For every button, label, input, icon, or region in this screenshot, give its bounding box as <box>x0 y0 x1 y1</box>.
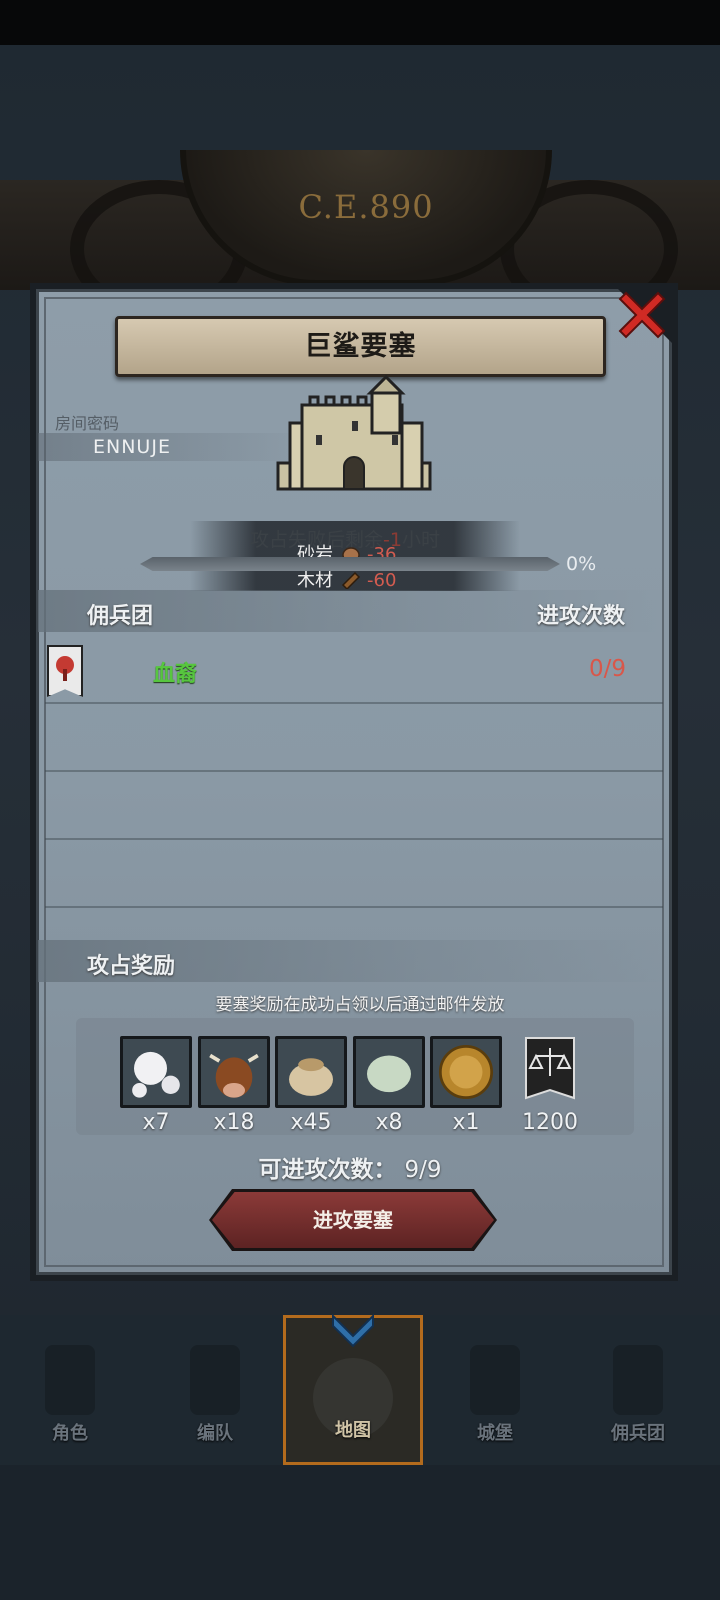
reward-qty: x45 <box>290 1110 332 1135</box>
protection-suffix: 小时 <box>401 529 440 551</box>
cow-icon <box>198 1036 270 1108</box>
cost-amount: -60 <box>367 570 397 591</box>
nav-label: 编队 <box>197 1423 233 1444</box>
list-item <box>45 838 663 908</box>
cost-label: 木材 <box>297 570 333 591</box>
list-item <box>45 770 663 840</box>
gold-helmet-coin-icon <box>430 1036 502 1108</box>
nav-item-character[interactable]: 角色 <box>0 1315 140 1465</box>
capture-progress-value: 0% <box>566 553 597 575</box>
capture-progress-bar <box>140 557 560 571</box>
nav-item-mercenary[interactable]: 佣兵团 <box>568 1315 708 1465</box>
reward-item[interactable] <box>430 1036 502 1108</box>
attempts-label: 可进攻次数： <box>258 1157 397 1183</box>
attack-button-label: 进攻要塞 <box>313 1208 393 1232</box>
nav-item-map[interactable]: 地图 <box>283 1313 423 1465</box>
reward-qty: x1 <box>452 1110 480 1135</box>
scales-banner-icon <box>525 1037 575 1100</box>
room-code-value[interactable]: ENNUJE <box>93 436 171 458</box>
bottom-nav: 角色 编队 地图 城堡 佣兵团 <box>0 1313 720 1465</box>
nav-label: 佣兵团 <box>611 1423 665 1444</box>
pearl-icon <box>120 1036 192 1108</box>
mercenary-attack-count: 0/9 <box>589 656 627 682</box>
reward-item[interactable] <box>198 1036 270 1108</box>
nav-item-formation[interactable]: 编队 <box>145 1315 285 1465</box>
reward-header: 攻占奖励 <box>87 954 176 979</box>
status-bar <box>0 0 720 45</box>
nav-label: 城堡 <box>477 1423 513 1444</box>
castle-icon <box>276 375 432 491</box>
room-code-label: 房间密码 <box>55 414 120 433</box>
dialog-title-banner: 巨鲨要塞 <box>115 316 606 377</box>
era-year: C.E.890 <box>298 188 434 226</box>
reward-qty: x7 <box>142 1110 170 1135</box>
attack-fortress-button[interactable]: 进攻要塞 <box>212 1192 494 1248</box>
attempts-value: 9/9 <box>404 1157 442 1183</box>
chevron-down-icon <box>332 1313 374 1348</box>
reward-qty: 1200 <box>522 1110 578 1135</box>
mercenary-icon <box>613 1345 663 1415</box>
attack-count-header: 进攻次数 <box>537 604 626 629</box>
grain-sack-icon <box>275 1036 347 1108</box>
reward-item[interactable] <box>275 1036 347 1108</box>
list-item[interactable] <box>45 634 663 704</box>
mercenary-name: 血裔 <box>153 662 198 687</box>
knight-icon <box>45 1345 95 1415</box>
wood-icon <box>341 571 361 589</box>
room-code-band <box>38 433 308 461</box>
dialog-title: 巨鲨要塞 <box>304 331 417 362</box>
jade-stone-icon <box>353 1036 425 1108</box>
reward-item[interactable] <box>514 1036 586 1108</box>
reward-item[interactable] <box>353 1036 425 1108</box>
nav-label: 角色 <box>52 1423 88 1444</box>
reward-item[interactable] <box>120 1036 192 1108</box>
close-icon[interactable] <box>612 283 672 343</box>
nav-label: 地图 <box>335 1420 371 1441</box>
list-item <box>45 702 663 772</box>
castle-nav-icon <box>470 1345 520 1415</box>
nav-item-castle[interactable]: 城堡 <box>425 1315 565 1465</box>
mercenary-header: 佣兵团 <box>87 604 154 629</box>
reward-note: 要塞奖励在成功占领以后通过邮件发放 <box>215 995 505 1015</box>
remaining-attempts: 可进攻次数： 9/9 <box>0 1150 700 1184</box>
helmet-icon <box>190 1345 240 1415</box>
